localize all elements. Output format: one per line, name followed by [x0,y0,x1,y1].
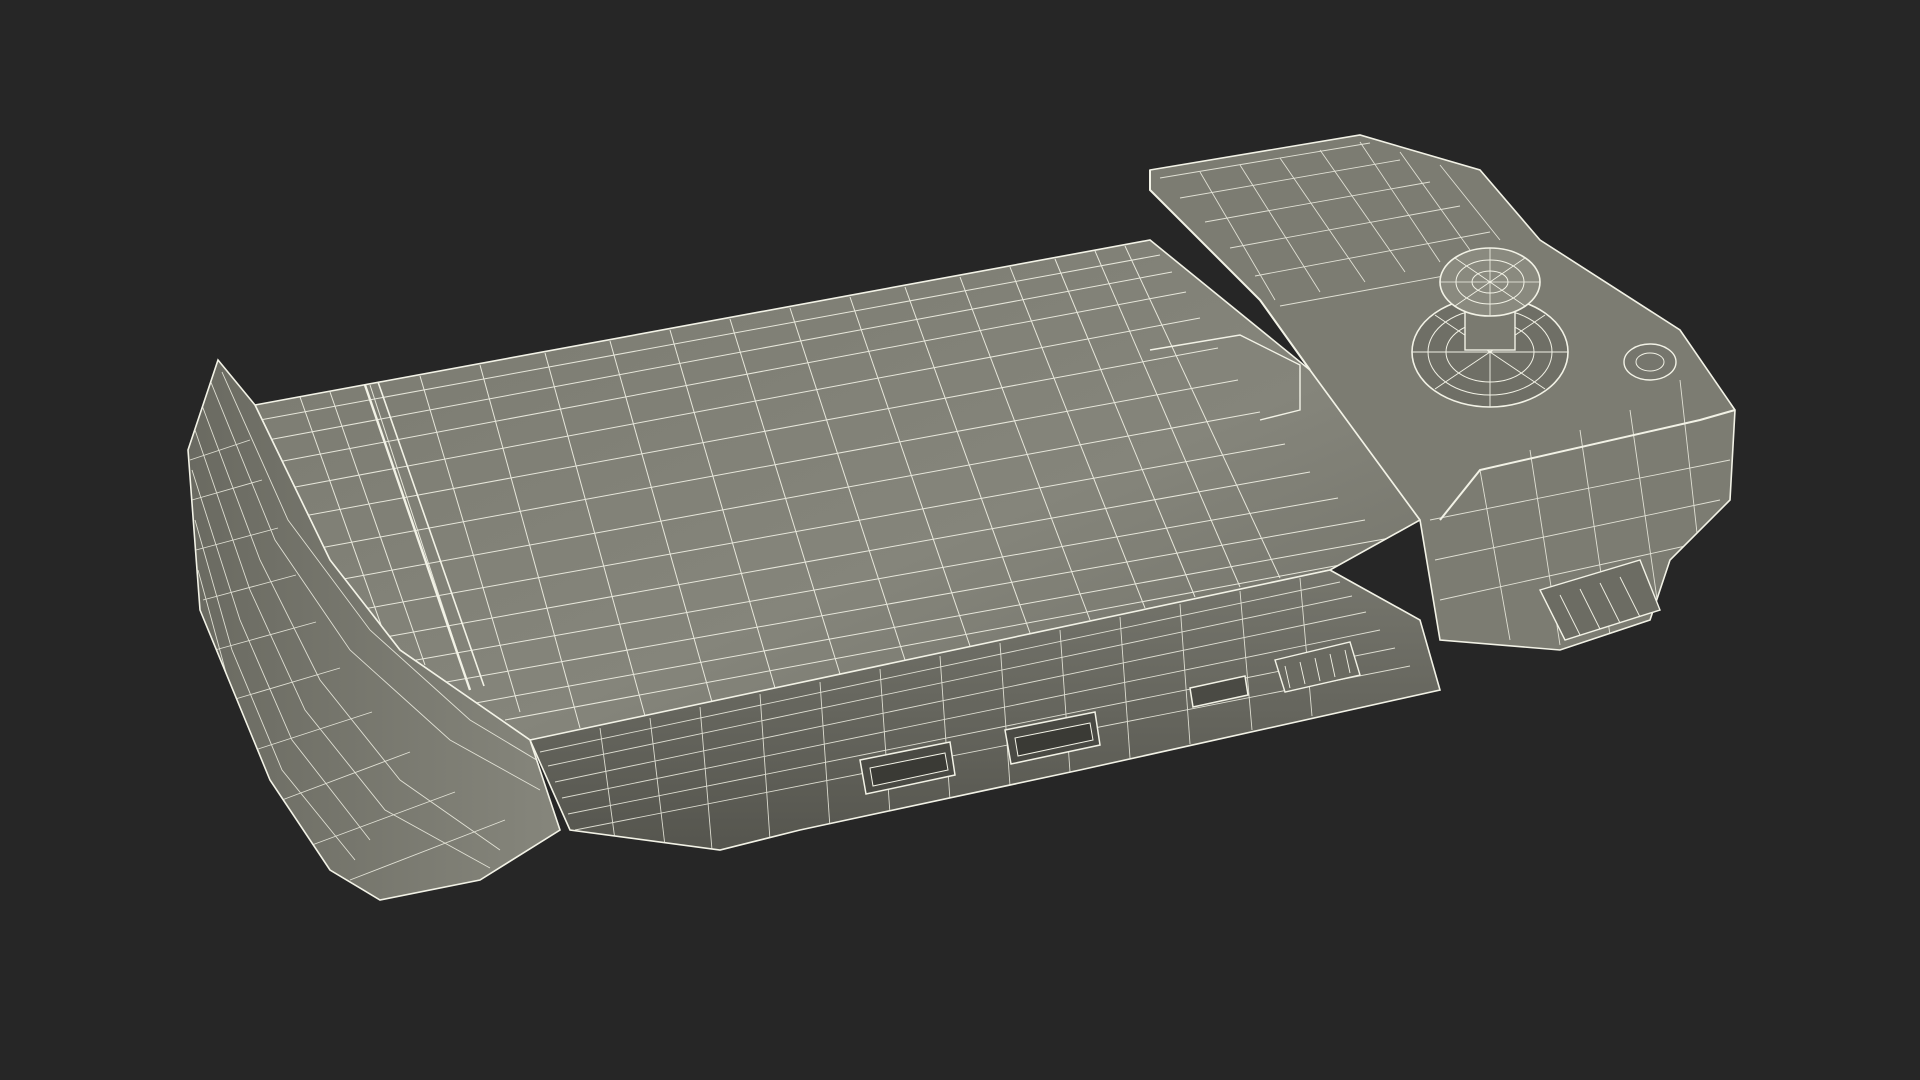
controller-wireframe-model [187,134,1736,901]
render-viewport [0,0,1920,1080]
small-round-button [1623,343,1677,381]
